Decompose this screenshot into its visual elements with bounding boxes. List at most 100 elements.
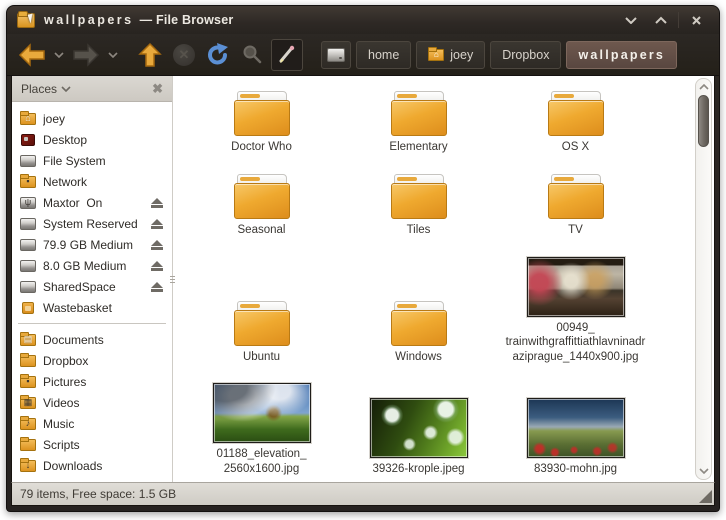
sidebar-item-scripts[interactable]: Scripts	[12, 434, 172, 455]
chevron-down-icon	[61, 85, 71, 92]
scrollbar-thumb[interactable]	[698, 95, 709, 147]
image-thumbnail-poppy-field	[525, 396, 626, 459]
scroll-down-button[interactable]	[698, 465, 709, 477]
eject-button[interactable]	[149, 259, 164, 272]
downloads-folder-icon: ↓	[20, 457, 36, 474]
eject-button[interactable]	[149, 196, 164, 209]
eject-button[interactable]	[149, 238, 164, 251]
maximize-window-button[interactable]	[646, 10, 676, 30]
icon-grid: Doctor Who Elementary OS X Seasonal Tile…	[173, 76, 695, 482]
chevron-up-icon	[698, 84, 709, 90]
reload-button[interactable]	[203, 39, 233, 71]
scrollbar-track[interactable]	[698, 93, 709, 465]
close-sidebar-button[interactable]: ✖	[152, 82, 163, 95]
forward-button[interactable]	[71, 39, 101, 71]
file-item-krople-wallpaper[interactable]: 39326-krople.jpeg	[344, 396, 494, 476]
pane-splitter-handle[interactable]	[169, 270, 176, 288]
file-item-elementary[interactable]: Elementary	[344, 91, 494, 154]
sidebar-item-wastebasket[interactable]: Wastebasket	[12, 297, 172, 318]
file-item-ubuntu[interactable]: Ubuntu	[187, 300, 337, 364]
path-button-home[interactable]: home	[356, 40, 412, 69]
network-folder-icon: ▪	[20, 173, 36, 190]
path-button-dropbox[interactable]: Dropbox	[490, 40, 562, 69]
file-item-tiles[interactable]: Tiles	[344, 174, 494, 237]
file-item-os-x[interactable]: OS X	[501, 91, 651, 154]
sidebar-item-79gb-medium[interactable]: 79.9 GB Medium	[12, 234, 172, 255]
eject-button[interactable]	[149, 280, 164, 293]
sidebar-item-file-system[interactable]: File System	[12, 150, 172, 171]
vertical-scrollbar[interactable]	[695, 78, 712, 480]
file-item-tv[interactable]: TV	[501, 174, 651, 237]
drive-icon	[327, 47, 345, 62]
pencil-icon	[279, 45, 295, 63]
sidebar-item-maxtor-on[interactable]: ψ Maxtor On	[12, 192, 172, 213]
window-resize-grip[interactable]	[699, 490, 712, 503]
folder-icon	[20, 436, 36, 453]
places-header[interactable]: Places ✖	[12, 76, 172, 102]
chevron-down-icon	[108, 51, 118, 58]
search-button[interactable]	[237, 39, 267, 71]
edit-button[interactable]	[271, 38, 303, 71]
sidebar-item-music[interactable]: ♪ Music	[12, 413, 172, 434]
titlebar-separator	[678, 12, 679, 28]
path-bar: home ⌂ joey Dropbox wallpapers	[321, 40, 678, 69]
forward-arrow-icon	[73, 42, 100, 67]
sidebar-item-documents[interactable]: ▤ Documents	[12, 329, 172, 350]
file-view: Doctor Who Elementary OS X Seasonal Tile…	[173, 76, 695, 482]
music-folder-icon: ♪	[20, 415, 36, 432]
path-button-joey[interactable]: ⌂ joey	[416, 40, 486, 69]
back-history-dropdown[interactable]	[51, 39, 67, 71]
back-arrow-icon	[18, 42, 45, 67]
file-browser-window: wallpapers — File Browser ✕ home ⌂ joey …	[6, 5, 720, 512]
scroll-up-button[interactable]	[698, 81, 709, 93]
drive-icon	[20, 153, 36, 169]
up-button[interactable]	[135, 39, 165, 71]
folder-icon	[547, 91, 604, 137]
sidebar-item-8gb-medium[interactable]: 8.0 GB Medium	[12, 255, 172, 276]
chevron-up-icon	[655, 16, 667, 24]
sidebar-item-system-reserved[interactable]: System Reserved	[12, 213, 172, 234]
file-item-elevation-wallpaper[interactable]: 01188_elevation_ 2560x1600.jpg	[187, 382, 337, 476]
chevron-down-icon	[54, 51, 64, 58]
toolbar: ✕ home ⌂ joey Dropbox wallpapers	[7, 34, 719, 76]
folder-icon	[390, 91, 447, 137]
sidebar-item-joey[interactable]: ⌂ joey	[12, 108, 172, 129]
stop-button[interactable]: ✕	[169, 39, 199, 71]
places-header-label: Places	[21, 81, 58, 96]
pictures-folder-icon: ▪	[20, 373, 36, 390]
path-button-wallpapers-current[interactable]: wallpapers	[566, 40, 678, 69]
sidebar-item-downloads[interactable]: ↓ Downloads	[12, 455, 172, 476]
videos-folder-icon: ▦	[20, 394, 36, 411]
file-item-seasonal[interactable]: Seasonal	[187, 174, 337, 237]
sidebar-item-videos[interactable]: ▦ Videos	[12, 392, 172, 413]
stop-icon: ✕	[173, 43, 195, 66]
folder-icon	[390, 300, 447, 346]
eject-button[interactable]	[149, 217, 164, 230]
titlebar[interactable]: wallpapers — File Browser	[7, 6, 719, 34]
window-frame-bottom	[7, 506, 719, 511]
close-window-button[interactable]	[681, 10, 711, 30]
sidebar-item-network[interactable]: ▪ Network	[12, 171, 172, 192]
forward-history-dropdown[interactable]	[105, 39, 121, 71]
file-item-doctor-who[interactable]: Doctor Who	[187, 91, 337, 154]
sidebar-item-pictures[interactable]: ▪ Pictures	[12, 371, 172, 392]
file-item-mohn-wallpaper[interactable]: 83930-mohn.jpg	[501, 396, 651, 476]
file-manager-icon	[17, 10, 36, 28]
file-item-train-wallpaper[interactable]: 00949_ trainwithgraffittiathlavninadr az…	[501, 255, 651, 364]
shade-window-button[interactable]	[616, 10, 646, 30]
file-item-windows[interactable]: Windows	[344, 300, 494, 364]
sidebar-item-dropbox[interactable]: Dropbox	[12, 350, 172, 371]
back-button[interactable]	[17, 39, 47, 71]
drive-icon	[20, 279, 36, 295]
close-icon	[691, 15, 701, 25]
home-folder-icon: ⌂	[20, 110, 36, 127]
sidebar-item-desktop[interactable]: Desktop	[12, 129, 172, 150]
folder-icon	[233, 300, 290, 346]
sidebar-item-sharedspace[interactable]: SharedSpace	[12, 276, 172, 297]
filesystem-path-button[interactable]	[321, 40, 351, 69]
desktop-icon	[20, 132, 36, 148]
trash-icon	[20, 300, 36, 316]
folder-icon	[233, 91, 290, 137]
content-area: Places ✖ ⌂ joey Desktop File System ▪ Ne…	[11, 76, 715, 482]
search-icon	[243, 45, 262, 63]
